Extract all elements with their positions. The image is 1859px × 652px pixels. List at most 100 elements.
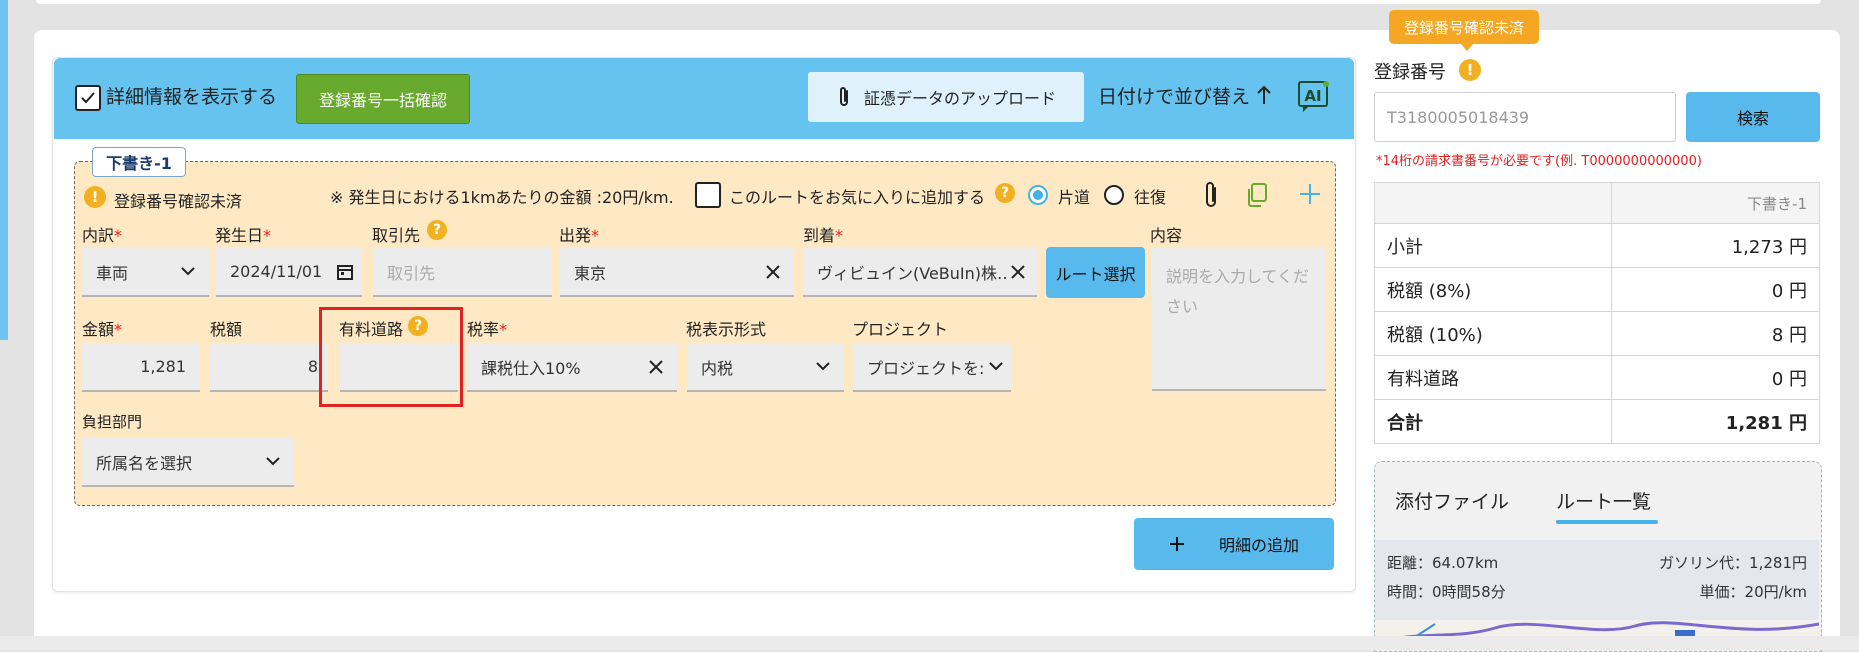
reg-number-input[interactable]: T3180005018439 xyxy=(1374,92,1676,142)
category-value: 車両 xyxy=(96,263,129,283)
clear-x-icon[interactable] xyxy=(1011,264,1025,279)
reg-number-label: 登録番号 xyxy=(1374,62,1446,83)
summary-header-row: 下書き-1 xyxy=(1374,182,1821,224)
summary-header-label: 下書き-1 xyxy=(1610,182,1821,224)
client-placeholder: 取引先 xyxy=(387,263,436,283)
toll-highlight-box xyxy=(319,307,463,407)
ai-icon[interactable]: AI xyxy=(1297,79,1331,117)
round-trip-radio[interactable] xyxy=(1104,185,1124,205)
project-select[interactable]: プロジェクトを: xyxy=(853,343,1011,392)
tax-input[interactable]: 8 xyxy=(210,343,328,392)
chevron-down-icon xyxy=(266,457,280,466)
tax-rate-label: 税率* xyxy=(467,320,508,339)
warning-icon: ! xyxy=(84,186,106,208)
summary-label: 税額 (8%) xyxy=(1374,267,1612,312)
reg-warning-icon[interactable]: ! xyxy=(1459,59,1481,81)
route-distance: 距離：64.07km xyxy=(1387,554,1499,572)
one-way-radio[interactable] xyxy=(1028,185,1048,205)
route-time: 時間：0時間58分 xyxy=(1387,583,1506,601)
paperclip-icon xyxy=(839,87,848,106)
summary-row: 有料道路 0 円 xyxy=(1374,355,1821,400)
reg-number-hint: *14桁の請求書番号が必要です(例. T0000000000000) xyxy=(1376,154,1702,169)
client-input[interactable]: 取引先 xyxy=(373,248,552,297)
summary-row: 税額 (10%) 8 円 xyxy=(1374,311,1821,356)
client-help-icon[interactable]: ? xyxy=(427,220,447,240)
summary-label: 有料道路 xyxy=(1374,355,1612,400)
route-select-button[interactable]: ルート選択 xyxy=(1046,247,1145,298)
tab-attachments[interactable]: 添付ファイル xyxy=(1395,487,1509,514)
clear-x-icon[interactable] xyxy=(766,264,780,279)
tax-value: 8 xyxy=(307,357,318,376)
upload-button[interactable]: 証憑データのアップロード xyxy=(808,72,1084,122)
department-value: 所属名を選択 xyxy=(96,453,193,473)
date-label: 発生日* xyxy=(215,226,272,245)
summary-label: 税額 (10%) xyxy=(1374,311,1612,356)
favorite-route-checkbox[interactable] xyxy=(695,182,721,208)
copy-icon[interactable] xyxy=(1245,182,1269,212)
departure-input[interactable]: 東京 xyxy=(560,248,794,297)
plus-icon xyxy=(1169,537,1184,551)
summary-value: 0 円 xyxy=(1610,355,1821,400)
summary-total-row: 合計 1,281 円 xyxy=(1374,399,1821,444)
favorite-route-label: このルートをお気に入りに追加する xyxy=(729,188,986,207)
add-plus-icon[interactable] xyxy=(1298,182,1322,210)
tax-display-label: 税表示形式 xyxy=(686,320,767,339)
route-unit-price: 単価：20円/km xyxy=(1699,583,1807,601)
show-details-label: 詳細情報を表示する xyxy=(106,86,278,108)
route-gas-cost: ガソリン代：1,281円 xyxy=(1659,554,1807,572)
amount-label: 金額* xyxy=(82,320,123,339)
rate-note: ※ 発生日における1kmあたりの金額 :20円/km. xyxy=(330,188,674,207)
category-select[interactable]: 車両 xyxy=(82,248,209,297)
one-way-label: 片道 xyxy=(1058,188,1091,207)
amount-value: 1,281 xyxy=(140,357,186,376)
chevron-down-icon xyxy=(816,362,830,371)
content-label: 内容 xyxy=(1150,226,1183,245)
sort-arrow-up-icon[interactable] xyxy=(1256,84,1272,110)
content-textarea[interactable]: 説明を入力してください xyxy=(1152,248,1326,391)
arrival-input[interactable]: ヴィビュイン(VeBuIn)株… xyxy=(803,248,1037,297)
active-tab-indicator xyxy=(1556,520,1658,524)
bottom-edge xyxy=(0,636,1859,650)
chevron-down-icon xyxy=(989,362,1003,371)
tab-route-list[interactable]: ルート一覧 xyxy=(1556,487,1651,514)
show-details-checkbox[interactable] xyxy=(75,85,101,111)
reg-number-value: T3180005018439 xyxy=(1387,107,1530,127)
warning-text: 登録番号確認未済 xyxy=(114,192,243,211)
search-button[interactable]: 検索 xyxy=(1686,92,1820,142)
content-placeholder: 説明を入力してください xyxy=(1166,267,1310,316)
sort-by-date-label[interactable]: 日付けで並び替え xyxy=(1098,82,1250,109)
summary-value: 8 円 xyxy=(1610,311,1821,356)
tax-rate-value: 課税仕入10% xyxy=(481,358,581,378)
summary-total-value: 1,281 円 xyxy=(1610,399,1821,444)
chevron-down-icon xyxy=(181,267,195,276)
arrival-label: 到着* xyxy=(803,226,844,245)
attach-paperclip-icon[interactable] xyxy=(1202,180,1220,214)
date-input[interactable]: 2024/11/01 xyxy=(216,248,362,297)
category-label: 内訳* xyxy=(82,226,123,245)
tooltip-arrow xyxy=(1461,44,1473,51)
calendar-icon[interactable] xyxy=(336,263,354,281)
summary-value: 1,273 円 xyxy=(1610,223,1821,268)
clear-x-icon[interactable] xyxy=(649,359,663,374)
department-label: 負担部門 xyxy=(82,413,143,431)
round-trip-label: 往復 xyxy=(1134,188,1167,207)
departure-value: 東京 xyxy=(574,263,607,283)
summary-row: 税額 (8%) 0 円 xyxy=(1374,267,1821,312)
department-select[interactable]: 所属名を選択 xyxy=(82,438,294,487)
tax-display-value: 内税 xyxy=(701,358,734,378)
tax-rate-select[interactable]: 課税仕入10% xyxy=(467,343,677,392)
check-icon xyxy=(81,92,95,104)
add-line-button[interactable]: 明細の追加 xyxy=(1134,518,1334,570)
bulk-check-button[interactable]: 登録番号一括確認 xyxy=(296,74,470,124)
summary-value: 0 円 xyxy=(1610,267,1821,312)
date-value: 2024/11/01 xyxy=(230,262,323,281)
summary-total-label: 合計 xyxy=(1374,399,1612,444)
add-line-label: 明細の追加 xyxy=(1218,536,1299,555)
tax-display-select[interactable]: 内税 xyxy=(687,343,844,392)
draft-tab-label: 下書き-1 xyxy=(92,147,186,177)
reg-warning-tooltip: 登録番号確認未済 xyxy=(1389,10,1539,44)
favorite-help-icon[interactable]: ? xyxy=(995,183,1015,203)
summary-header-blank xyxy=(1374,182,1612,224)
amount-input[interactable]: 1,281 xyxy=(82,343,200,392)
project-label: プロジェクト xyxy=(852,320,949,339)
